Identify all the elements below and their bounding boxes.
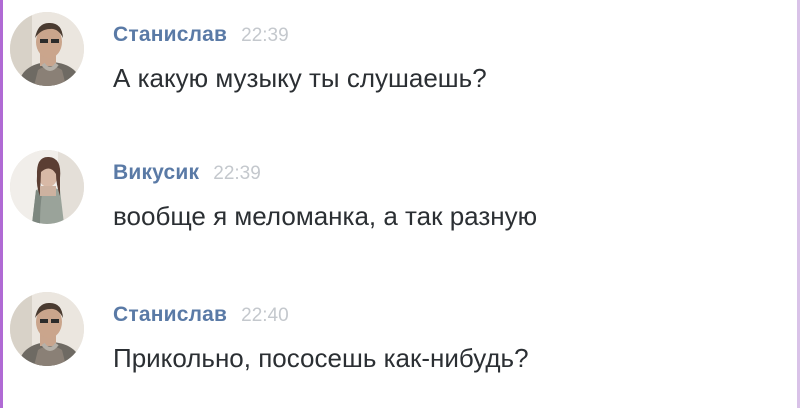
chat-message[interactable]: Станислав 22:39 А какую музыку ты слушаеш… xyxy=(0,8,800,118)
chat-history[interactable]: Станислав 22:39 А какую музыку ты слушаеш… xyxy=(0,0,800,408)
author-name[interactable]: Станислав xyxy=(113,23,227,46)
message-time: 22:40 xyxy=(241,305,289,326)
message-text: А какую музыку ты слушаешь? xyxy=(113,63,487,93)
avatar[interactable] xyxy=(10,150,84,224)
message-header: Станислав 22:40 xyxy=(113,300,289,330)
message-text: Прикольно, пососешь как-нибудь? xyxy=(113,343,529,373)
message-time: 22:39 xyxy=(213,163,261,184)
message-header: Викусик 22:39 xyxy=(113,158,261,188)
author-name[interactable]: Станислав xyxy=(113,303,227,326)
message-header: Станислав 22:39 xyxy=(113,20,289,50)
user-photo-icon xyxy=(10,150,84,224)
avatar[interactable] xyxy=(10,292,84,366)
message-text: вообще я меломанка, а так разную xyxy=(113,201,538,231)
message-time: 22:39 xyxy=(241,25,289,46)
user-photo-icon xyxy=(10,12,84,86)
user-photo-icon xyxy=(10,292,84,366)
chat-message[interactable]: Викусик 22:39 вообще я меломанка, а так р… xyxy=(0,146,800,256)
author-name[interactable]: Викусик xyxy=(113,161,199,184)
chat-message[interactable]: Станислав 22:40 Прикольно, пососешь как-н… xyxy=(0,288,800,398)
avatar[interactable] xyxy=(10,12,84,86)
